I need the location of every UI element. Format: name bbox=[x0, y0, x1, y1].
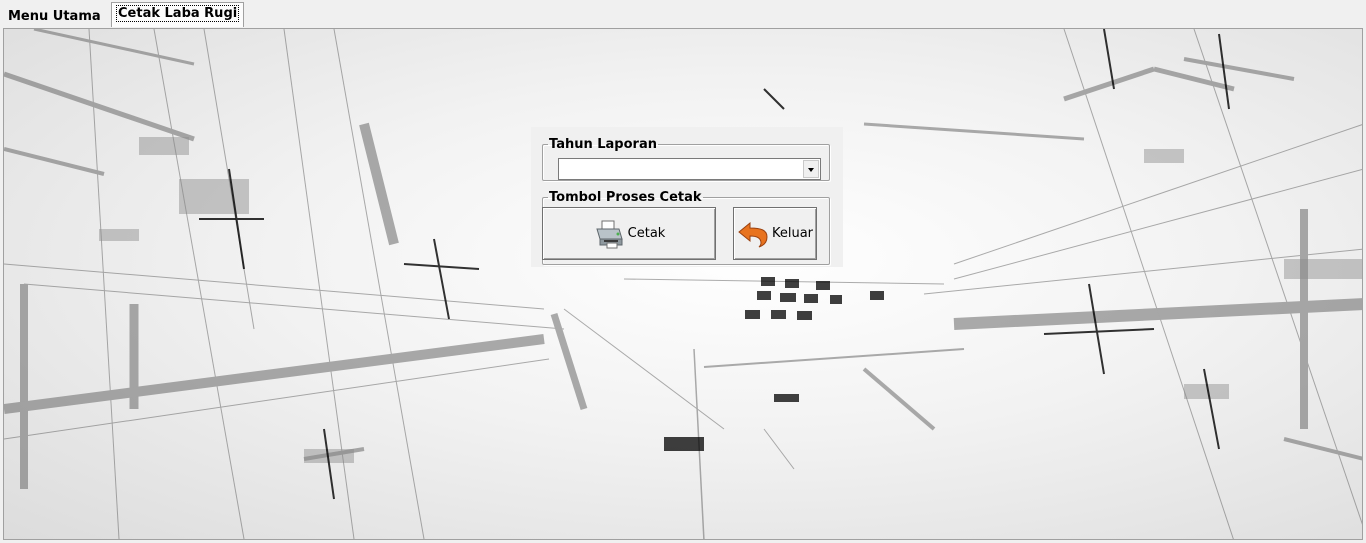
tahun-laporan-select[interactable] bbox=[558, 158, 821, 180]
tahun-laporan-label: Tahun Laporan bbox=[549, 137, 657, 152]
cetak-button[interactable]: Cetak bbox=[542, 207, 716, 260]
tab-content-panel: Tahun Laporan Tombol Proses Cetak Cetak bbox=[3, 28, 1363, 540]
chevron-down-icon bbox=[808, 168, 814, 172]
keluar-button[interactable]: Keluar bbox=[733, 207, 817, 260]
tab-cetak-laba-rugi[interactable]: Cetak Laba Rugi bbox=[111, 2, 245, 27]
tahun-laporan-group: Tahun Laporan bbox=[542, 137, 830, 181]
tab-bar: Menu Utama Cetak Laba Rugi bbox=[0, 0, 1366, 28]
dropdown-button[interactable] bbox=[803, 160, 819, 178]
tab-label: Cetak Laba Rugi bbox=[116, 5, 240, 22]
tab-menu-utama[interactable]: Menu Utama bbox=[4, 6, 105, 28]
back-arrow-icon bbox=[738, 221, 768, 247]
abstract-background-image bbox=[4, 29, 1362, 539]
printer-icon bbox=[595, 220, 623, 248]
keluar-label: Keluar bbox=[771, 226, 814, 241]
cetak-laba-rugi-dialog: Tahun Laporan Tombol Proses Cetak Cetak bbox=[531, 127, 843, 267]
tombol-proses-cetak-label: Tombol Proses Cetak bbox=[549, 190, 702, 205]
cetak-label: Cetak bbox=[627, 226, 666, 241]
